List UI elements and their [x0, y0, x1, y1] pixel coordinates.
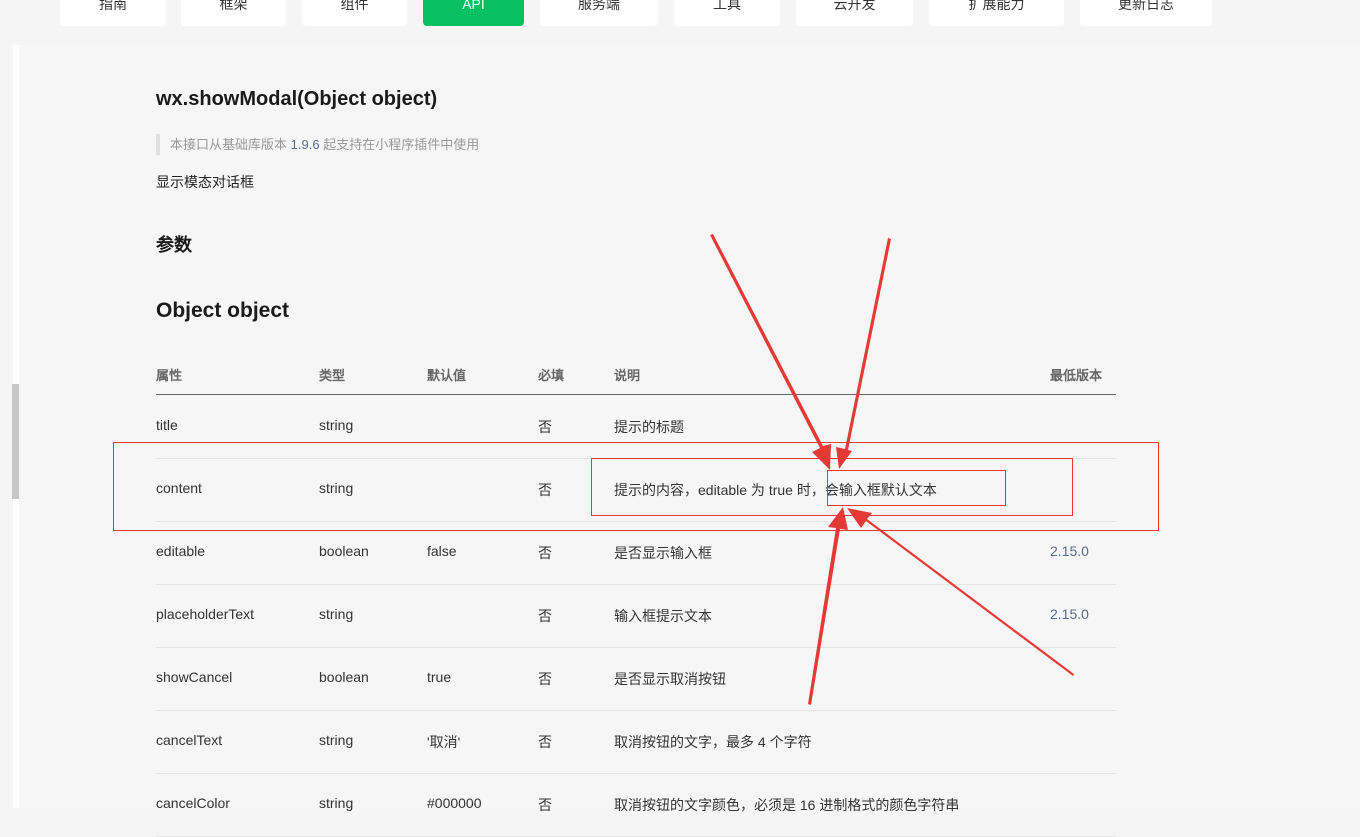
- arrow-bottom-right-icon: [847, 508, 1074, 676]
- arrow-top-right-icon: [836, 238, 891, 469]
- arrow-top-left-icon: [710, 234, 831, 470]
- arrow-bottom-left-icon: [808, 507, 848, 705]
- annotation-arrows: [710, 234, 1074, 705]
